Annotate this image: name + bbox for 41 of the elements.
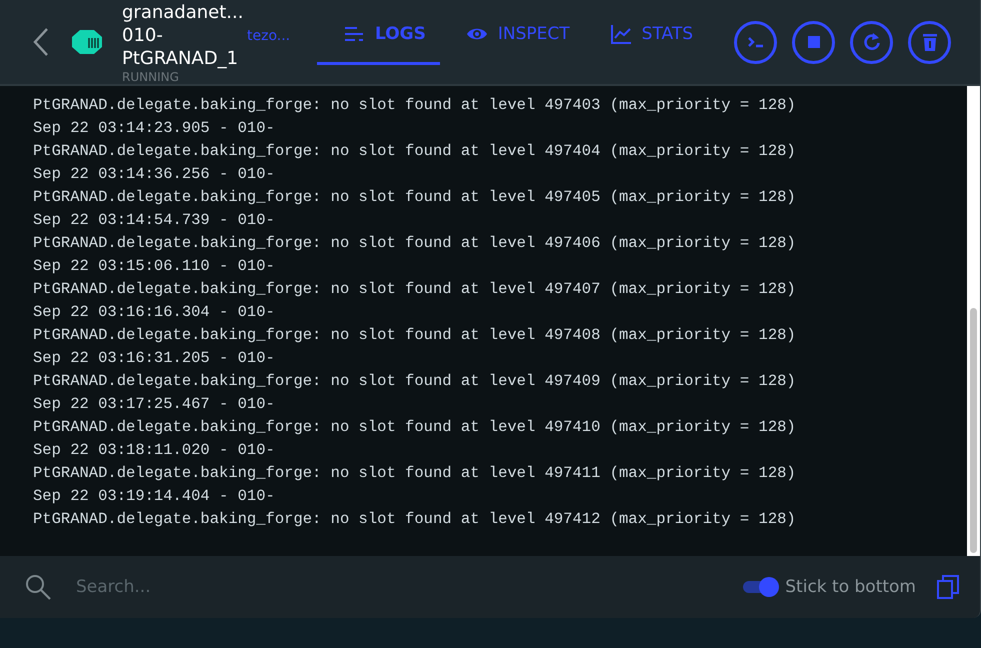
log-line: PtGRANAD.delegate.baking_forge: no slot found at level 497409 (max_priority = 128) [33, 371, 797, 392]
log-line: Sep 22 03:17:25.467 - 010- [33, 394, 276, 415]
log-line: PtGRANAD.delegate.baking_forge: no slot found at level 497406 (max_priority = 128) [33, 233, 797, 254]
log-line: Sep 22 03:19:14.404 - 010- [33, 486, 276, 507]
tab[interactable]: LOGS [317, 0, 440, 65]
stop-button[interactable] [792, 20, 835, 64]
log-line: PtGRANAD.delegate.baking_forge: no slot found at level 497410 (max_priority = 128) [33, 417, 797, 438]
trash-button[interactable] [908, 20, 951, 64]
container-name: PtGRANAD_1 [122, 46, 240, 70]
toggle-label: Stick to bottom [785, 577, 916, 597]
container-name: 010- [122, 24, 164, 46]
terminal-button[interactable] [734, 20, 777, 64]
log-line: Sep 22 03:16:16.304 - 010- [33, 302, 276, 323]
log-line: PtGRANAD.delegate.baking_forge: no slot found at level 497405 (max_priority = 128) [33, 187, 797, 208]
restart-button[interactable] [850, 20, 893, 64]
search-icon [24, 573, 52, 601]
log-line: PtGRANAD.delegate.baking_forge: no slot found at level 497403 (max_priority = 128) [33, 95, 797, 116]
log-line: PtGRANAD.delegate.baking_forge: no slot found at level 497404 (max_priority = 128) [33, 141, 797, 162]
search-field[interactable]: Search... [74, 576, 744, 598]
container-name: granadanet... [122, 0, 240, 24]
log-line: Sep 22 03:14:54.739 - 010- [33, 210, 276, 231]
copy-icon[interactable] [936, 574, 960, 600]
log-line: PtGRANAD.delegate.baking_forge: no slot found at level 497408 (max_priority = 128) [33, 325, 797, 346]
image-link[interactable]: tezo... [247, 28, 317, 44]
container-icon [72, 29, 102, 55]
log-line: Sep 22 03:14:23.905 - 010- [33, 118, 276, 139]
log-line: PtGRANAD.delegate.baking_forge: no slot found at level 497407 (max_priority = 128) [33, 279, 797, 300]
scrollbar[interactable] [967, 86, 980, 556]
toggle-switch[interactable] [743, 577, 780, 597]
chart-icon [610, 24, 632, 44]
log-line: Sep 22 03:15:06.110 - 010- [33, 256, 276, 277]
log-line: Sep 22 03:16:31.205 - 010- [33, 348, 276, 369]
tab[interactable]: INSPECT [440, 0, 584, 65]
log-line: PtGRANAD.delegate.baking_forge: no slot found at level 497412 (max_priority = 128) [33, 509, 797, 530]
log-line: PtGRANAD.delegate.baking_forge: no slot found at level 497411 (max_priority = 128) [33, 463, 797, 484]
log-line: Sep 22 03:18:11.020 - 010- [33, 440, 276, 461]
scrollbar-thumb[interactable] [970, 308, 977, 553]
back-icon[interactable] [32, 27, 50, 57]
log-line: Sep 22 03:14:36.256 - 010- [33, 164, 276, 185]
status-label: RUNNING [122, 70, 180, 84]
tab[interactable]: STATS [584, 0, 708, 65]
